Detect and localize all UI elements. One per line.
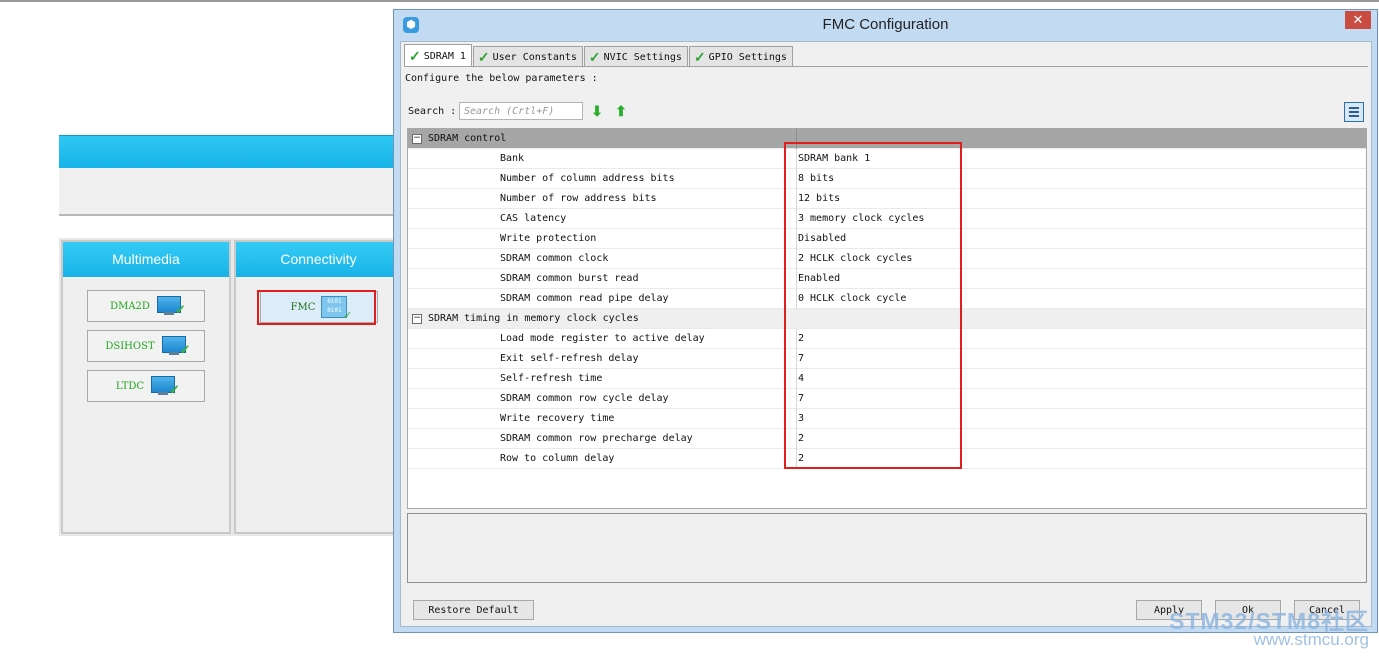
monitor-icon: ✓ bbox=[156, 296, 186, 317]
category-title: Multimedia bbox=[63, 242, 229, 277]
restore-default-button[interactable]: Restore Default bbox=[413, 600, 534, 620]
list-view-toggle-button[interactable] bbox=[1344, 102, 1364, 122]
peripheral-label: DSIHOST bbox=[105, 340, 155, 352]
parameter-name: SDRAM common burst read bbox=[500, 273, 639, 284]
tab-gpio-settings[interactable]: ✓ GPIO Settings bbox=[688, 46, 793, 67]
parameter-name: Bank bbox=[500, 153, 525, 164]
parameter-name: Write protection bbox=[500, 233, 597, 244]
monitor-icon: ✓ bbox=[150, 376, 180, 397]
search-input[interactable] bbox=[459, 102, 583, 120]
subheader-bar bbox=[59, 168, 399, 216]
parameter-name: SDRAM common clock bbox=[500, 253, 609, 264]
parameter-grid: − SDRAM control Bank SDRAM bank 1 Number… bbox=[407, 128, 1367, 509]
check-icon: ✓ bbox=[477, 49, 490, 65]
parameter-name: Self-refresh time bbox=[500, 373, 603, 384]
category-title: Connectivity bbox=[236, 242, 401, 277]
parameter-name: Write recovery time bbox=[500, 413, 615, 424]
header-bar bbox=[59, 135, 399, 169]
parameter-name: SDRAM common row cycle delay bbox=[500, 393, 669, 404]
peripheral-label: LTDC bbox=[115, 380, 145, 392]
tab-label: NVIC Settings bbox=[603, 51, 682, 63]
tab-nvic-settings[interactable]: ✓ NVIC Settings bbox=[583, 46, 688, 67]
peripheral-dma2d-button[interactable]: DMA2D ✓ bbox=[87, 290, 205, 322]
configure-instructions: Configure the below parameters : bbox=[405, 73, 598, 84]
peripheral-label: DMA2D bbox=[110, 300, 150, 312]
parameter-name: Load mode register to active delay bbox=[500, 333, 705, 344]
collapse-icon[interactable]: − bbox=[412, 134, 422, 144]
group-name: SDRAM control bbox=[428, 133, 507, 144]
search-next-arrow-icon[interactable]: ⬇ bbox=[589, 103, 605, 119]
parameter-name: SDRAM common read pipe delay bbox=[500, 293, 669, 304]
tab-label: GPIO Settings bbox=[708, 51, 787, 63]
watermark: STM32/STM8社区 www.stmcu.org bbox=[1169, 602, 1369, 650]
parameter-name: CAS latency bbox=[500, 213, 567, 224]
close-button[interactable]: ✕ bbox=[1345, 11, 1371, 29]
dialog-title: FMC Configuration bbox=[822, 16, 949, 33]
tab-label: SDRAM 1 bbox=[423, 50, 466, 62]
parameter-name: Number of row address bits bbox=[500, 193, 657, 204]
category-connectivity: Connectivity bbox=[234, 240, 403, 534]
fmc-highlight-box bbox=[257, 290, 376, 325]
fmc-configuration-dialog: ⬢ FMC Configuration ✕ ✓ SDRAM 1 ✓ User C… bbox=[393, 9, 1378, 633]
check-icon: ✓ bbox=[588, 49, 601, 65]
peripheral-dsihost-button[interactable]: DSIHOST ✓ bbox=[87, 330, 205, 362]
tab-sdram-1[interactable]: ✓ SDRAM 1 bbox=[404, 44, 472, 67]
top-border bbox=[0, 0, 1379, 2]
parameter-name: SDRAM common row precharge delay bbox=[500, 433, 693, 444]
tab-label: User Constants bbox=[492, 51, 577, 63]
collapse-icon[interactable]: − bbox=[412, 314, 422, 324]
tab-user-constants[interactable]: ✓ User Constants bbox=[472, 46, 583, 67]
title-bar[interactable]: ⬢ FMC Configuration ✕ bbox=[394, 10, 1377, 40]
values-highlight-box bbox=[784, 142, 962, 469]
check-icon: ✓ bbox=[409, 48, 421, 64]
monitor-icon: ✓ bbox=[161, 336, 191, 357]
check-icon: ✓ bbox=[693, 49, 706, 65]
parameter-name: Row to column delay bbox=[500, 453, 615, 464]
peripheral-ltdc-button[interactable]: LTDC ✓ bbox=[87, 370, 205, 402]
tab-panel-border bbox=[404, 66, 1368, 67]
parameter-name: Number of column address bits bbox=[500, 173, 675, 184]
description-panel bbox=[407, 513, 1367, 583]
search-previous-arrow-icon[interactable]: ⬆ bbox=[613, 103, 629, 119]
search-label: Search : bbox=[408, 106, 457, 117]
dialog-client-area: ✓ SDRAM 1 ✓ User Constants ✓ NVIC Settin… bbox=[400, 41, 1372, 627]
parameter-name: Exit self-refresh delay bbox=[500, 353, 639, 364]
group-name: SDRAM timing in memory clock cycles bbox=[428, 313, 639, 324]
tab-strip: ✓ SDRAM 1 ✓ User Constants ✓ NVIC Settin… bbox=[404, 44, 794, 67]
